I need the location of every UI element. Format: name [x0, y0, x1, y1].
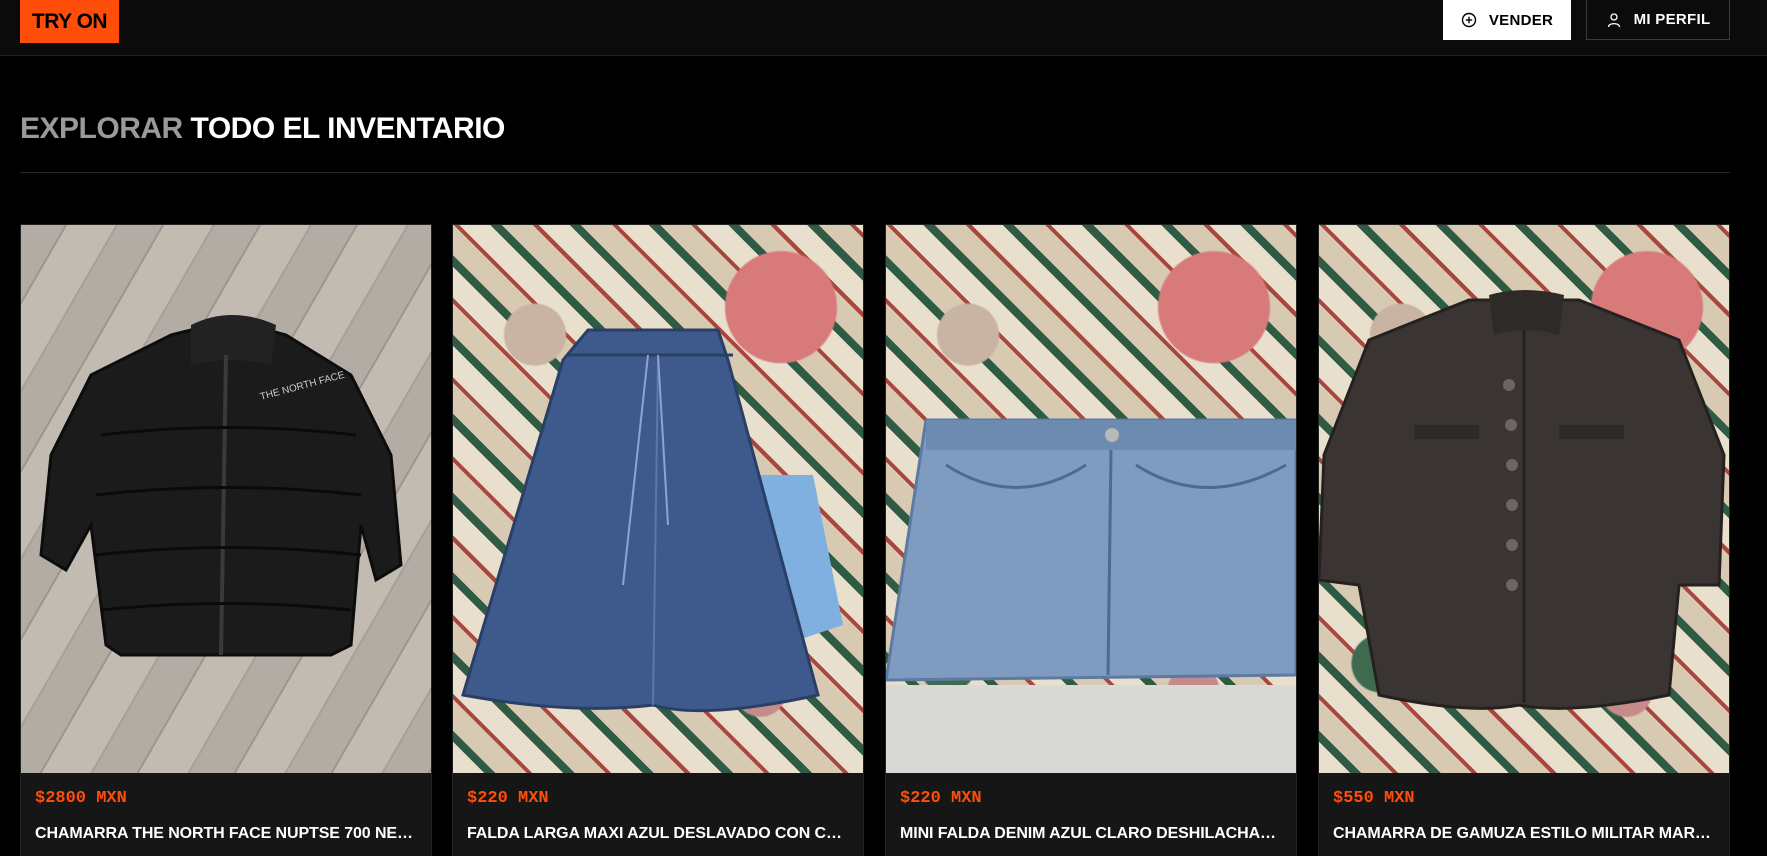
product-image[interactable]: [453, 225, 863, 773]
page-title-muted: EXPLORAR: [20, 112, 183, 145]
plus-circle-icon: [1461, 12, 1477, 28]
user-icon: [1607, 12, 1620, 27]
profile-button-label: MI PERFIL: [1633, 11, 1711, 28]
sell-button[interactable]: VENDER: [1443, 0, 1571, 40]
product-price: $2800 MXN: [35, 789, 127, 808]
logo[interactable]: TRY ON: [20, 0, 119, 43]
product-card[interactable]: $220 MXN FALDA LARGA MAXI AZUL DESLAVADO…: [452, 224, 864, 856]
product-title[interactable]: MINI FALDA DENIM AZUL CLARO DESHILACHADA: [900, 825, 1282, 843]
page-title: EXPLORAR TODO EL INVENTARIO: [20, 112, 505, 146]
section-divider: [20, 172, 1730, 173]
suede-jacket-illustration: [1319, 290, 1726, 710]
sell-button-label: VENDER: [1488, 11, 1554, 29]
product-price: $550 MXN: [1333, 789, 1415, 808]
profile-button[interactable]: MI PERFIL: [1586, 0, 1730, 40]
product-info: $220 MXN FALDA LARGA MAXI AZUL DESLAVADO…: [453, 773, 863, 856]
product-price: $220 MXN: [467, 789, 549, 808]
product-price: $220 MXN: [900, 789, 982, 808]
product-info: $2800 MXN CHAMARRA THE NORTH FACE NUPTSE…: [21, 773, 431, 856]
product-info: $550 MXN CHAMARRA DE GAMUZA ESTILO MILIT…: [1319, 773, 1729, 856]
page-title-main: TODO EL INVENTARIO: [190, 112, 506, 145]
mini-skirt-illustration: [886, 418, 1296, 773]
product-title[interactable]: CHAMARRA THE NORTH FACE NUPTSE 700 NEGRA: [35, 825, 417, 843]
product-image[interactable]: THE NORTH FACE: [21, 225, 431, 773]
product-title[interactable]: CHAMARRA DE GAMUZA ESTILO MILITAR MARRÓN: [1333, 825, 1715, 843]
jacket-illustration: THE NORTH FACE: [39, 315, 403, 657]
product-image[interactable]: [1319, 225, 1729, 773]
product-card[interactable]: THE NORTH FACE $2800 MXN CHAMARRA THE NO…: [20, 224, 432, 856]
skirt-illustration: [461, 328, 843, 713]
top-navigation-bar: TRY ON VENDER MI PERFIL: [0, 0, 1767, 56]
product-title[interactable]: FALDA LARGA MAXI AZUL DESLAVADO CON CORD…: [467, 825, 849, 843]
product-card[interactable]: $220 MXN MINI FALDA DENIM AZUL CLARO DES…: [885, 224, 1297, 856]
product-image[interactable]: [886, 225, 1296, 773]
product-card[interactable]: $550 MXN CHAMARRA DE GAMUZA ESTILO MILIT…: [1318, 224, 1730, 856]
product-info: $220 MXN MINI FALDA DENIM AZUL CLARO DES…: [886, 773, 1296, 856]
